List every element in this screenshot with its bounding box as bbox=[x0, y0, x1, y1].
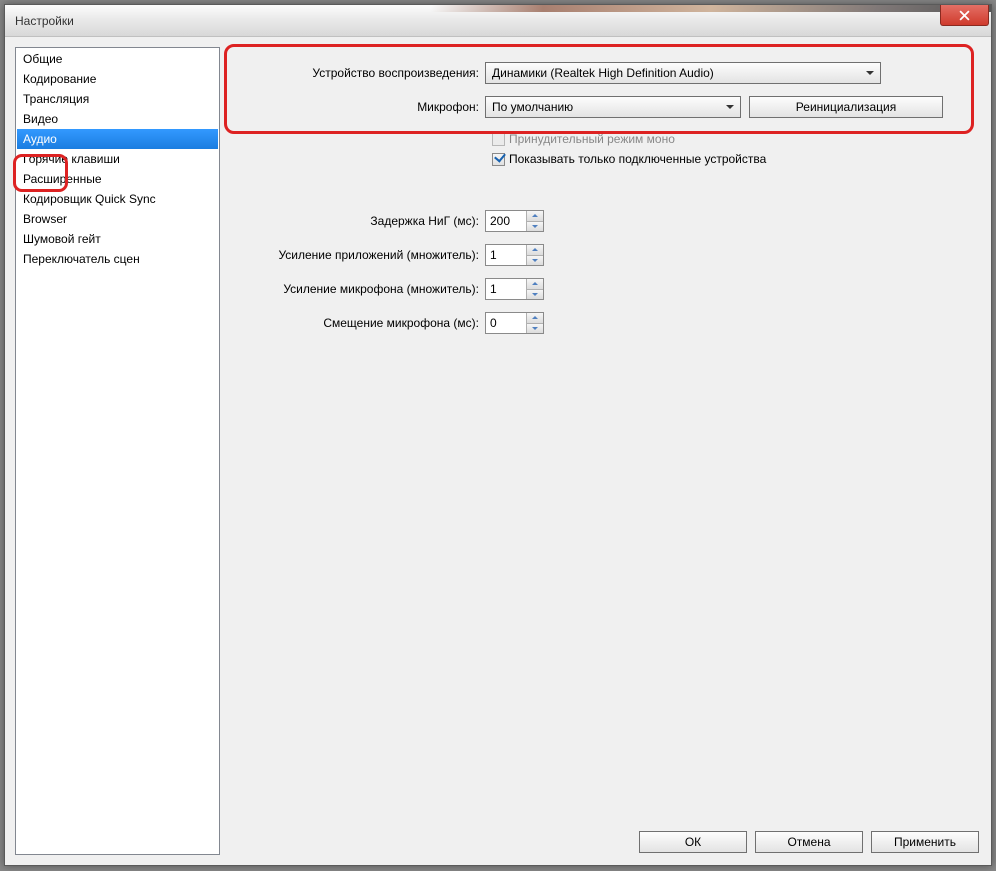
sidebar-item-noisegate[interactable]: Шумовой гейт bbox=[17, 229, 218, 249]
spinner-down[interactable] bbox=[527, 222, 543, 232]
apply-button[interactable]: Применить bbox=[871, 831, 979, 853]
spinner-buttons[interactable] bbox=[526, 245, 543, 265]
sidebar-item-audio[interactable]: Аудио bbox=[17, 129, 218, 149]
force-mono-row: Принудительный режим моно bbox=[492, 129, 981, 149]
playback-device-row: Устройство воспроизведения: Динамики (Re… bbox=[230, 61, 981, 85]
app-gain-row: Усиление приложений (множитель): bbox=[230, 243, 981, 267]
show-connected-checkbox[interactable] bbox=[492, 153, 505, 166]
chevron-up-icon bbox=[532, 282, 538, 285]
show-connected-row: Показывать только подключенные устройств… bbox=[492, 149, 981, 169]
mic-offset-spinner[interactable] bbox=[485, 312, 544, 334]
chevron-down-icon bbox=[532, 259, 538, 262]
spinner-buttons[interactable] bbox=[526, 211, 543, 231]
sidebar-item-sceneswitcher[interactable]: Переключатель сцен bbox=[17, 249, 218, 269]
spinner-down[interactable] bbox=[527, 324, 543, 334]
spinner-buttons[interactable] bbox=[526, 313, 543, 333]
chevron-up-icon bbox=[532, 214, 538, 217]
category-sidebar[interactable]: Общие Кодирование Трансляция Видео Аудио… bbox=[15, 47, 220, 855]
app-gain-input[interactable] bbox=[486, 245, 526, 265]
microphone-value: По умолчанию bbox=[492, 100, 573, 114]
reinitialize-button[interactable]: Реинициализация bbox=[749, 96, 943, 118]
ok-label: ОК bbox=[685, 835, 701, 849]
spinner-down[interactable] bbox=[527, 256, 543, 266]
settings-pane: Устройство воспроизведения: Динамики (Re… bbox=[230, 47, 981, 855]
sidebar-item-advanced[interactable]: Расширенные bbox=[17, 169, 218, 189]
chevron-down-icon bbox=[726, 105, 734, 109]
sidebar-item-hotkeys[interactable]: Горячие клавиши bbox=[17, 149, 218, 169]
sidebar-item-label: Кодирование bbox=[23, 72, 96, 86]
titlebar[interactable]: Настройки bbox=[5, 5, 991, 37]
sidebar-item-label: Горячие клавиши bbox=[23, 152, 120, 166]
sidebar-item-label: Аудио bbox=[23, 132, 57, 146]
settings-window: Настройки Общие Кодирование Трансляция В… bbox=[4, 4, 992, 866]
app-gain-label: Усиление приложений (множитель): bbox=[230, 248, 485, 262]
microphone-dropdown[interactable]: По умолчанию bbox=[485, 96, 741, 118]
reinitialize-label: Реинициализация bbox=[796, 100, 896, 114]
dialog-button-bar: ОК Отмена Применить bbox=[639, 831, 979, 853]
mic-offset-label: Смещение микрофона (мс): bbox=[230, 316, 485, 330]
mic-offset-row: Смещение микрофона (мс): bbox=[230, 311, 981, 335]
chevron-up-icon bbox=[532, 248, 538, 251]
cancel-label: Отмена bbox=[787, 835, 830, 849]
cancel-button[interactable]: Отмена bbox=[755, 831, 863, 853]
dialog-body: Общие Кодирование Трансляция Видео Аудио… bbox=[5, 37, 991, 865]
force-mono-checkbox[interactable] bbox=[492, 133, 505, 146]
sidebar-item-quicksync[interactable]: Кодировщик Quick Sync bbox=[17, 189, 218, 209]
sidebar-item-video[interactable]: Видео bbox=[17, 109, 218, 129]
spinner-up[interactable] bbox=[527, 245, 543, 256]
mic-gain-label: Усиление микрофона (множитель): bbox=[230, 282, 485, 296]
spinner-up[interactable] bbox=[527, 211, 543, 222]
spinner-up[interactable] bbox=[527, 279, 543, 290]
sidebar-item-label: Browser bbox=[23, 212, 67, 226]
sidebar-item-general[interactable]: Общие bbox=[17, 49, 218, 69]
sidebar-item-label: Переключатель сцен bbox=[23, 252, 140, 266]
spinner-down[interactable] bbox=[527, 290, 543, 300]
microphone-label: Микрофон: bbox=[230, 100, 485, 114]
playback-device-label: Устройство воспроизведения: bbox=[230, 66, 485, 80]
delay-row: Задержка НиГ (мс): bbox=[230, 209, 981, 233]
sidebar-item-label: Видео bbox=[23, 112, 58, 126]
close-button[interactable] bbox=[940, 5, 989, 26]
sidebar-item-label: Общие bbox=[23, 52, 62, 66]
sidebar-item-label: Шумовой гейт bbox=[23, 232, 101, 246]
chevron-up-icon bbox=[532, 316, 538, 319]
titlebar-decoration bbox=[431, 5, 991, 12]
mic-offset-input[interactable] bbox=[486, 313, 526, 333]
sidebar-item-encoding[interactable]: Кодирование bbox=[17, 69, 218, 89]
chevron-down-icon bbox=[532, 293, 538, 296]
chevron-down-icon bbox=[532, 327, 538, 330]
delay-spinner[interactable] bbox=[485, 210, 544, 232]
apply-label: Применить bbox=[894, 835, 956, 849]
sidebar-item-browser[interactable]: Browser bbox=[17, 209, 218, 229]
delay-input[interactable] bbox=[486, 211, 526, 231]
close-icon bbox=[959, 10, 970, 21]
delay-label: Задержка НиГ (мс): bbox=[230, 214, 485, 228]
chevron-down-icon bbox=[532, 225, 538, 228]
spinner-buttons[interactable] bbox=[526, 279, 543, 299]
playback-device-value: Динамики (Realtek High Definition Audio) bbox=[492, 66, 714, 80]
playback-device-dropdown[interactable]: Динамики (Realtek High Definition Audio) bbox=[485, 62, 881, 84]
app-gain-spinner[interactable] bbox=[485, 244, 544, 266]
mic-gain-input[interactable] bbox=[486, 279, 526, 299]
microphone-row: Микрофон: По умолчанию Реинициализация bbox=[230, 95, 981, 119]
window-title: Настройки bbox=[15, 14, 74, 28]
mic-gain-spinner[interactable] bbox=[485, 278, 544, 300]
chevron-down-icon bbox=[866, 71, 874, 75]
show-connected-label: Показывать только подключенные устройств… bbox=[509, 152, 766, 166]
sidebar-item-label: Кодировщик Quick Sync bbox=[23, 192, 156, 206]
spinner-up[interactable] bbox=[527, 313, 543, 324]
sidebar-item-label: Расширенные bbox=[23, 172, 102, 186]
sidebar-item-broadcast[interactable]: Трансляция bbox=[17, 89, 218, 109]
mic-gain-row: Усиление микрофона (множитель): bbox=[230, 277, 981, 301]
force-mono-label: Принудительный режим моно bbox=[509, 132, 675, 146]
sidebar-item-label: Трансляция bbox=[23, 92, 89, 106]
ok-button[interactable]: ОК bbox=[639, 831, 747, 853]
